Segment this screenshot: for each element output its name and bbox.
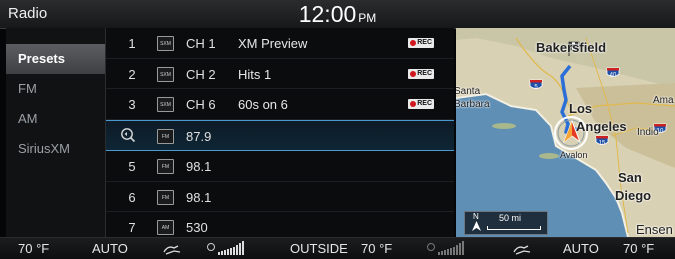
airflow-icon[interactable] (162, 243, 182, 255)
svg-text:40: 40 (610, 73, 617, 79)
map-label-avalon: Avalon (560, 150, 588, 160)
north-arrow-icon (472, 221, 481, 231)
fan-speed-icon[interactable] (206, 240, 250, 256)
preset-channel: 98.1 (186, 159, 212, 174)
map-scale: N 50 mi (464, 211, 548, 235)
scan-icon[interactable] (120, 127, 136, 143)
sidebar-item-am[interactable]: AM (6, 104, 105, 134)
map-label-ama: Ama (653, 95, 674, 106)
sidebar-item-fm[interactable]: FM (6, 74, 105, 104)
preset-channel: 98.1 (186, 189, 212, 205)
airflow-icon[interactable] (512, 243, 532, 255)
preset-row-active[interactable]: FM 87.9 (106, 119, 454, 151)
map-label-san: San (618, 170, 642, 185)
sidebar-item-siriusxm[interactable]: SiriusXM (6, 134, 105, 164)
radio-screen: Radio 12:00 PM Presets FM AM SiriusXM 1 S… (0, 0, 675, 259)
preset-list: 1 SXM CH 1 XM Preview REC 2 SXM CH 2 Hit… (106, 28, 454, 237)
preset-channel: CH 1 (186, 36, 216, 51)
fm-band-icon: FM (157, 159, 174, 174)
svg-text:15: 15 (599, 141, 606, 147)
map-label-los: Los (569, 101, 593, 116)
preset-number: 1 (128, 36, 136, 51)
fm-band-icon: FM (157, 128, 174, 144)
record-button[interactable]: REC (408, 99, 434, 109)
am-band-icon: AM (157, 220, 174, 235)
fan-speed-icon[interactable] (426, 240, 470, 256)
navigation-map[interactable]: 5 40 15 10 Bakersfield Ama Santa Barbara… (456, 28, 675, 237)
map-label-diego: Diego (615, 188, 652, 203)
status-bar: 70 °F AUTO OUTSIDE 70 °F AUTO 70 °F (0, 237, 675, 259)
preset-channel: 530 (186, 220, 208, 235)
map-label-indio: Indio (637, 127, 659, 138)
sidebar-item-presets[interactable]: Presets (6, 44, 105, 74)
map-label-santa: Santa (456, 86, 481, 97)
preset-channel: CH 2 (186, 66, 216, 82)
preset-number: 7 (128, 220, 136, 235)
record-button[interactable]: REC (408, 68, 434, 79)
clock: 12:00 PM (0, 1, 675, 28)
preset-row[interactable]: 5 FM 98.1 (106, 151, 454, 182)
sxm-band-icon: SXM (157, 97, 174, 112)
map-label-angeles: Angeles (576, 119, 627, 134)
preset-row[interactable]: 2 SXM CH 2 Hits 1 REC (106, 59, 454, 89)
outside-temperature: 70 °F (361, 241, 393, 256)
map-label-barbara: Barbara (456, 99, 490, 110)
left-climate-mode[interactable]: AUTO (92, 241, 128, 256)
sxm-band-icon: SXM (157, 66, 174, 82)
right-climate-mode[interactable]: AUTO (563, 241, 599, 256)
clock-ampm: PM (358, 11, 377, 25)
scale-distance: 50 mi (499, 213, 522, 223)
preset-number: 3 (128, 97, 136, 112)
preset-row[interactable]: 3 SXM CH 6 60s on 6 REC (106, 89, 454, 120)
fm-band-icon: FM (157, 189, 174, 205)
preset-name: XM Preview (238, 36, 308, 51)
top-bar: Radio 12:00 PM (0, 0, 675, 29)
scale-bar (487, 226, 541, 230)
map-label-ensenada: Ensen (636, 222, 673, 237)
preset-channel: CH 6 (186, 97, 216, 112)
north-icon: N (473, 212, 479, 221)
left-temperature[interactable]: 70 °F (18, 241, 49, 256)
sidebar: Presets FM AM SiriusXM (6, 28, 106, 237)
clock-time: 12:00 (298, 1, 357, 27)
preset-name: 60s on 6 (238, 97, 288, 112)
preset-row[interactable]: 1 SXM CH 1 XM Preview REC (106, 28, 454, 59)
sxm-band-icon: SXM (157, 36, 174, 51)
preset-row[interactable]: 6 FM 98.1 (106, 182, 454, 212)
preset-name: Hits 1 (238, 66, 272, 82)
preset-channel: 87.9 (186, 128, 212, 144)
preset-number: 5 (128, 159, 136, 174)
outside-label: OUTSIDE (290, 241, 348, 256)
preset-number: 2 (128, 66, 136, 82)
right-temperature[interactable]: 70 °F (623, 241, 654, 256)
record-button[interactable]: REC (408, 38, 434, 48)
map-label-bakersfield: Bakersfield (536, 40, 607, 55)
preset-number: 6 (128, 189, 136, 205)
